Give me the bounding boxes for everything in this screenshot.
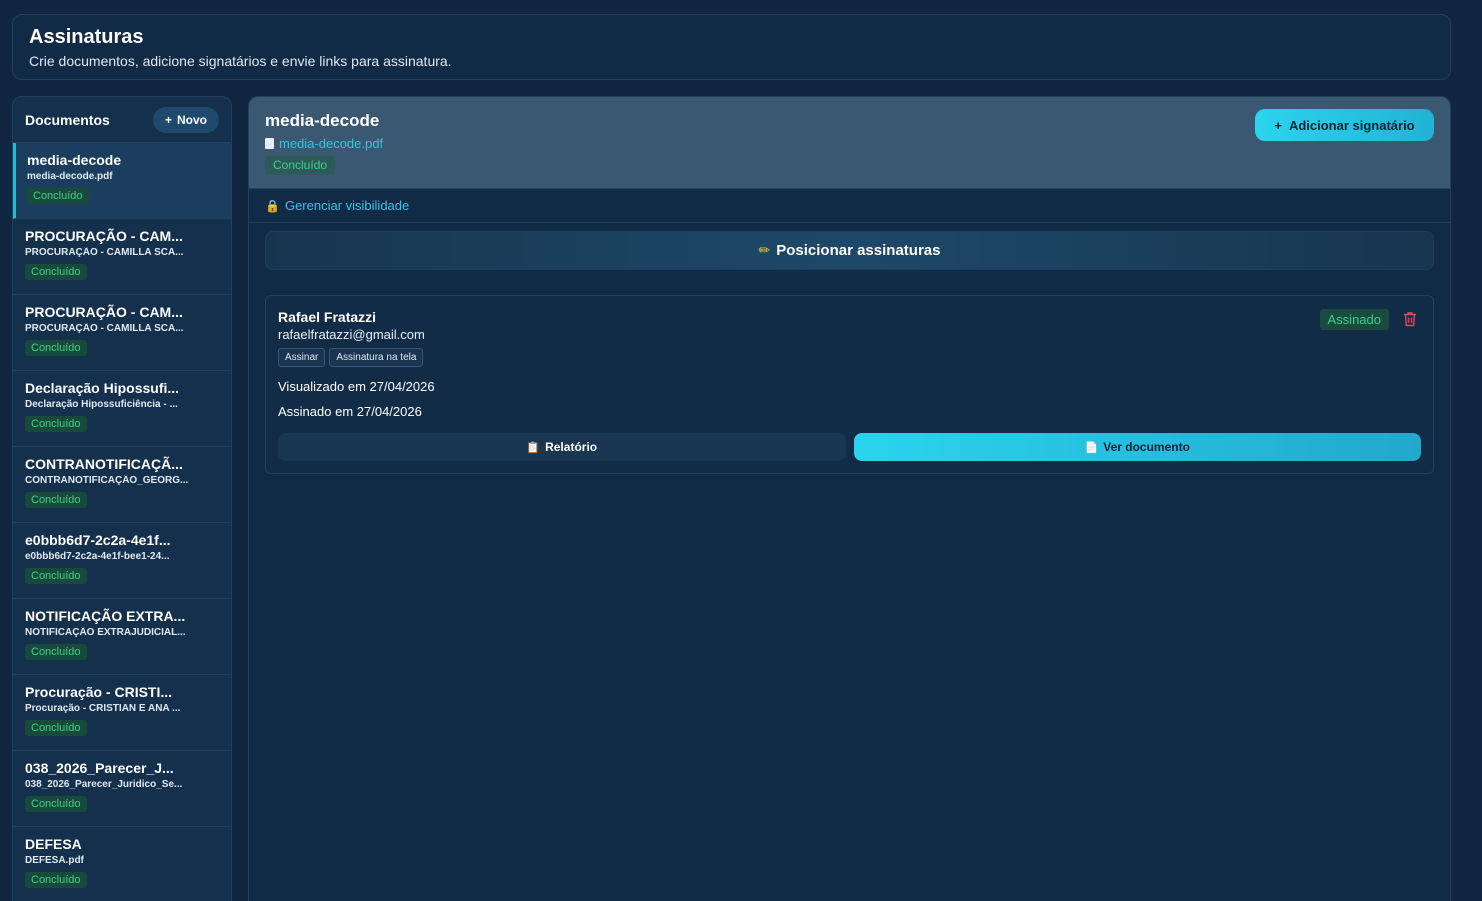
doc-file: 038_2026_Parecer_Juridico_Se... (25, 779, 183, 790)
status-badge: Concluído (25, 720, 87, 736)
viewed-date: Visualizado em 27/04/2026 (278, 379, 435, 394)
page-title: Assinaturas (29, 26, 144, 48)
doc-item-9[interactable]: DEFESA DEFESA.pdf Concluído (13, 827, 231, 901)
status-badge: Concluído (25, 644, 87, 660)
new-document-label: Novo (177, 112, 207, 127)
document-icon: 📄 (1084, 441, 1099, 454)
doc-item-7[interactable]: Procuração - CRISTI... Procuração - CRIS… (13, 675, 231, 751)
view-document-label: Ver documento (1103, 440, 1190, 454)
chip-sign: Assinar (278, 348, 326, 367)
doc-item-2[interactable]: PROCURAÇÃO - CAM... PROCURAÇÃO - CAMILLA… (13, 295, 231, 371)
doc-file: e0bbb6d7-2c2a-4e1f-bee1-24... (25, 551, 170, 562)
document-status-badge: Concluído (265, 156, 336, 174)
page-subtitle: Crie documentos, adicione signatários e … (29, 53, 452, 69)
clipboard-icon: 📋 (526, 441, 541, 454)
doc-file: Declaração Hipossuficiência - ... (25, 399, 178, 410)
lock-icon: 🔒 (265, 198, 280, 213)
documents-sidebar: Documentos + Novo media-decode media-dec… (12, 96, 232, 901)
signed-date: Assinado em 27/04/2026 (278, 404, 422, 419)
doc-item-6[interactable]: NOTIFICAÇÃO EXTRA... NOTIFICAÇÃO EXTRAJU… (13, 599, 231, 675)
document-header: media-decode media-decode.pdf Concluído … (249, 97, 1450, 189)
add-signer-label: Adicionar signatário (1288, 117, 1415, 133)
file-icon (265, 138, 274, 149)
sidebar-header: Documentos + Novo (13, 97, 231, 143)
doc-name: NOTIFICAÇÃO EXTRA... (25, 608, 186, 624)
add-signer-button[interactable]: + Adicionar signatário (1255, 109, 1434, 141)
chip-screen-signature: Assinatura na tela (329, 348, 424, 367)
signer-email: rafaelfratazzi@gmail.com (278, 327, 425, 342)
view-document-button[interactable]: 📄 Ver documento (853, 433, 1421, 461)
report-label: Relatório (545, 440, 598, 454)
report-button[interactable]: 📋 Relatório (278, 433, 846, 461)
doc-item-5[interactable]: e0bbb6d7-2c2a-4e1f... e0bbb6d7-2c2a-4e1f… (13, 523, 231, 599)
status-badge: Concluído (25, 264, 87, 280)
plus-icon: + (1274, 117, 1282, 133)
status-badge: Concluído (25, 872, 87, 888)
status-badge: Concluído (25, 796, 87, 812)
page-header: Assinaturas Crie documentos, adicione si… (12, 14, 1451, 80)
manage-visibility-link[interactable]: Gerenciar visibilidade (285, 198, 409, 213)
doc-item-1[interactable]: PROCURAÇÃO - CAM... PROCURAÇÃO - CAMILLA… (13, 219, 231, 295)
doc-name: Procuração - CRISTI... (25, 684, 173, 700)
signer-card: Rafael Fratazzi rafaelfratazzi@gmail.com… (265, 295, 1434, 474)
document-file-name: media-decode.pdf (279, 136, 384, 151)
doc-file: DEFESA.pdf (25, 855, 84, 866)
status-badge: Concluído (27, 188, 89, 204)
doc-file: CONTRANOTIFICAÇÃO_GEORG... (25, 475, 189, 486)
doc-name: e0bbb6d7-2c2a-4e1f... (25, 532, 171, 548)
doc-name: PROCURAÇÃO - CAM... (25, 304, 183, 320)
doc-item-3[interactable]: Declaração Hipossufi... Declaração Hipos… (13, 371, 231, 447)
doc-name: PROCURAÇÃO - CAM... (25, 228, 183, 244)
position-signatures-label: Posicionar assinaturas (776, 242, 941, 259)
signer-actions: 📋 Relatório 📄 Ver documento (278, 433, 1421, 461)
position-signatures-button[interactable]: ✏ Posicionar assinaturas (265, 231, 1434, 270)
doc-name: Declaração Hipossufi... (25, 380, 180, 396)
doc-file: Procuração - CRISTIAN E ANA ... (25, 703, 181, 714)
doc-file: NOTIFICAÇÃO EXTRAJUDICIAL... (25, 627, 186, 638)
signed-status-badge: Assinado (1319, 309, 1389, 330)
new-document-button[interactable]: + Novo (152, 106, 219, 133)
doc-name: 038_2026_Parecer_J... (25, 760, 174, 776)
doc-name: CONTRANOTIFICAÇÃ... (25, 456, 183, 472)
pencil-icon: ✏ (758, 242, 771, 258)
doc-file: PROCURAÇÃO - CAMILLA SCA... (25, 323, 184, 334)
doc-file: PROCURAÇÃO - CAMILLA SCA... (25, 247, 184, 258)
document-detail: media-decode media-decode.pdf Concluído … (248, 96, 1451, 901)
doc-name: DEFESA (25, 836, 82, 852)
status-badge: Concluído (25, 416, 87, 432)
doc-file: media-decode.pdf (27, 171, 113, 182)
plus-icon: + (164, 112, 172, 127)
trash-icon[interactable] (1403, 311, 1417, 327)
doc-item-0[interactable]: media-decode media-decode.pdf Concluído (13, 143, 231, 219)
status-badge: Concluído (25, 492, 87, 508)
doc-item-4[interactable]: CONTRANOTIFICAÇÃ... CONTRANOTIFICAÇÃO_GE… (13, 447, 231, 523)
status-badge: Concluído (25, 340, 87, 356)
sidebar-title: Documentos (25, 111, 110, 128)
signer-name: Rafael Fratazzi (278, 309, 377, 325)
doc-name: media-decode (27, 152, 122, 168)
doc-item-8[interactable]: 038_2026_Parecer_J... 038_2026_Parecer_J… (13, 751, 231, 827)
visibility-row: 🔒 Gerenciar visibilidade (249, 189, 1450, 223)
status-badge: Concluído (25, 568, 87, 584)
signer-chips: Assinar Assinatura na tela (278, 348, 1421, 367)
